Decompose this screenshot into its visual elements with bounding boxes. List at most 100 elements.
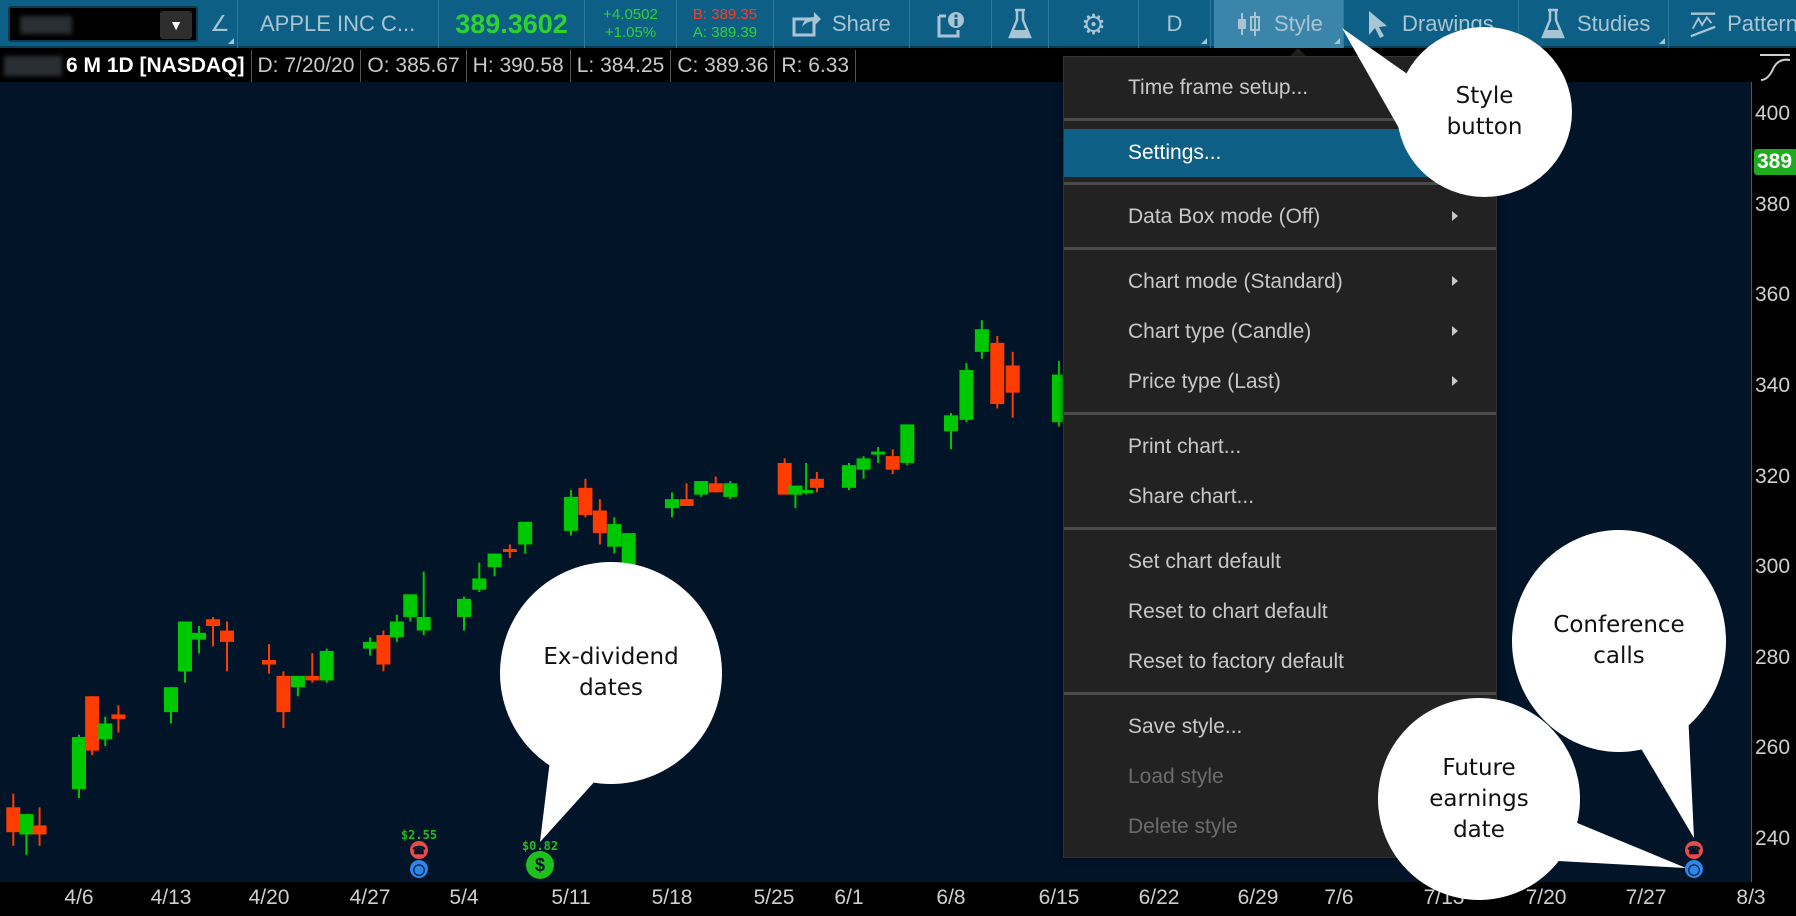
candle-body <box>220 630 234 642</box>
menu-item[interactable]: Data Box mode (Off) <box>1064 193 1496 241</box>
submenu-arrow-icon <box>1452 276 1458 286</box>
candle-body <box>111 714 126 719</box>
candle-body <box>502 549 517 552</box>
candle[interactable] <box>376 630 391 672</box>
ex-dividend-marker[interactable]: $ <box>526 851 554 879</box>
candle[interactable] <box>592 499 607 545</box>
candle-body <box>518 521 533 545</box>
candle[interactable] <box>262 644 276 674</box>
candle[interactable] <box>403 594 418 622</box>
callout-line: Style <box>1455 83 1514 109</box>
candle[interactable] <box>290 675 305 697</box>
candle-body <box>974 329 989 352</box>
candle[interactable] <box>1005 351 1020 418</box>
candle-body <box>607 524 622 547</box>
menu-item-label: Reset to chart default <box>1128 600 1328 623</box>
candle[interactable] <box>389 614 404 642</box>
menu-item[interactable]: Print chart... <box>1064 423 1496 471</box>
candle[interactable] <box>974 320 989 359</box>
candle[interactable] <box>723 481 738 500</box>
menu-item-label: Print chart... <box>1128 435 1242 458</box>
candle-body <box>6 807 21 833</box>
candle[interactable] <box>842 462 856 491</box>
candle-body <box>900 424 915 463</box>
candle-body <box>665 499 679 509</box>
conference-call-marker[interactable]: ☎ <box>1685 841 1703 859</box>
candle-body <box>871 451 886 455</box>
candle[interactable] <box>578 478 593 518</box>
candle[interactable] <box>416 571 431 636</box>
candle[interactable] <box>959 363 974 423</box>
candle[interactable] <box>472 562 487 593</box>
candle[interactable] <box>694 481 709 497</box>
candle[interactable] <box>206 616 220 647</box>
submenu-arrow-icon <box>1452 376 1458 386</box>
phone-icon: ☎ <box>412 844 426 857</box>
candle[interactable] <box>6 793 21 846</box>
candle[interactable] <box>305 653 320 683</box>
menu-separator <box>1064 527 1496 530</box>
menu-item-label: Set chart default <box>1128 550 1281 573</box>
menu-item[interactable]: Reset to factory default <box>1064 638 1496 686</box>
candle-body <box>621 533 636 565</box>
menu-item[interactable]: Chart mode (Standard) <box>1064 258 1496 306</box>
candle[interactable] <box>98 716 113 747</box>
candle[interactable] <box>856 456 871 479</box>
conference-call-marker[interactable]: ☎ <box>410 841 428 859</box>
menu-item[interactable]: Set chart default <box>1064 538 1496 586</box>
menu-item[interactable]: Share chart... <box>1064 473 1496 521</box>
candle-body <box>262 660 276 665</box>
candle[interactable] <box>487 553 502 577</box>
candle-body <box>290 675 305 688</box>
candle[interactable] <box>19 814 34 855</box>
candle[interactable] <box>178 621 192 683</box>
candle-body <box>164 687 178 713</box>
menu-item[interactable]: Reset to chart default <box>1064 588 1496 636</box>
menu-item[interactable]: Chart type (Candle) <box>1064 308 1496 356</box>
candle[interactable] <box>788 485 803 509</box>
callout-line: Conference <box>1553 612 1685 638</box>
candle[interactable] <box>457 596 471 631</box>
candle[interactable] <box>220 621 234 672</box>
candle-body <box>564 496 578 531</box>
candle[interactable] <box>885 449 900 475</box>
callout-line: Ex-dividend <box>543 644 679 670</box>
candle-body <box>178 621 192 672</box>
candle[interactable] <box>111 705 126 733</box>
candle[interactable] <box>276 671 291 728</box>
candle-body <box>19 814 34 835</box>
callout-line: Future <box>1442 754 1516 781</box>
candle[interactable] <box>708 476 723 493</box>
earnings-marker[interactable]: ◯ <box>1685 860 1703 878</box>
menu-notch <box>1290 48 1306 56</box>
chart-window: ▼ ∠ APPLE INC C... 389.3602 +4.0502 +1.0… <box>0 0 1796 916</box>
candle[interactable] <box>564 490 578 536</box>
candle[interactable] <box>85 696 100 756</box>
candle[interactable] <box>944 413 958 450</box>
menu-item-label: Delete style <box>1128 815 1238 838</box>
candle-body <box>305 675 320 681</box>
candle[interactable] <box>607 517 622 554</box>
candle[interactable] <box>679 483 694 506</box>
candle[interactable] <box>665 492 679 518</box>
candle[interactable] <box>809 471 824 493</box>
candle[interactable] <box>363 637 377 656</box>
candle[interactable] <box>319 648 334 683</box>
candle[interactable] <box>518 521 533 554</box>
menu-item-label: Reset to factory default <box>1128 650 1344 673</box>
earnings-marker[interactable]: ◯ <box>410 860 428 878</box>
candle-body <box>990 342 1005 404</box>
candle[interactable] <box>72 734 86 799</box>
candle[interactable] <box>164 687 178 724</box>
candle-body <box>1005 365 1020 393</box>
candle[interactable] <box>32 807 47 846</box>
candle[interactable] <box>871 447 886 463</box>
candle[interactable] <box>900 424 915 466</box>
conference-calls-callout: Conference calls <box>1512 530 1726 752</box>
future-earnings-callout: Future earnings date <box>1378 698 1580 900</box>
candle[interactable] <box>502 544 517 559</box>
menu-item[interactable]: Price type (Last) <box>1064 358 1496 406</box>
candle-body <box>85 696 100 751</box>
candle[interactable] <box>990 336 1005 409</box>
candle[interactable] <box>192 626 206 654</box>
